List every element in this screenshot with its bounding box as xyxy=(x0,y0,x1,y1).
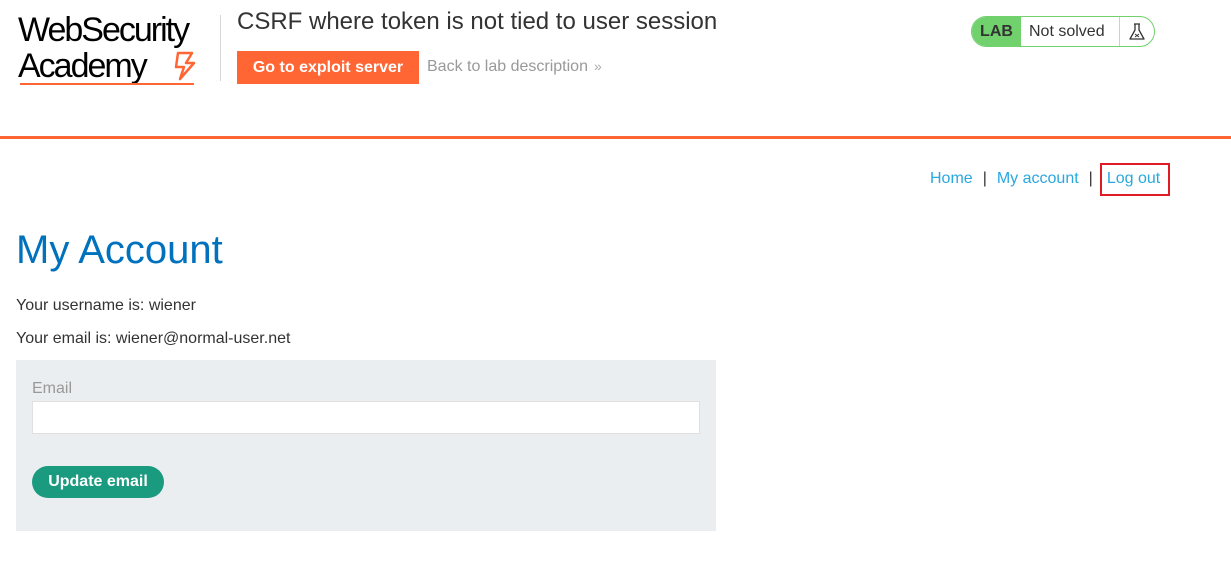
email-input[interactable] xyxy=(32,401,700,434)
nav-home-link[interactable]: Home xyxy=(930,170,973,187)
flask-icon-svg xyxy=(1129,22,1145,40)
email-info: Your email is: wiener@normal-user.net xyxy=(16,330,291,347)
logo-underline xyxy=(20,83,194,85)
nav-my-account-link[interactable]: My account xyxy=(997,170,1079,187)
page-title: My Account xyxy=(16,228,223,272)
logo-divider xyxy=(220,15,221,81)
email-label: Email xyxy=(32,380,73,397)
lab-header: WebSecurity Academy CSRF where token is … xyxy=(0,0,1231,136)
lab-status-text: Not solved xyxy=(1029,22,1105,40)
web-security-academy-logo[interactable]: WebSecurity Academy xyxy=(18,11,221,89)
double-chevron-right-icon: » xyxy=(593,58,602,74)
back-to-lab-description-link[interactable]: Back to lab description » xyxy=(427,58,602,76)
back-link-label: Back to lab description xyxy=(427,58,588,75)
top-navigation: Home | My account | Log out xyxy=(930,163,1171,196)
nav-separator: | xyxy=(1088,170,1093,187)
lightning-icon xyxy=(174,51,196,81)
username-info: Your username is: wiener xyxy=(16,297,196,314)
exploit-server-button[interactable]: Go to exploit server xyxy=(237,51,419,84)
logo-line-1: WebSecurity xyxy=(18,11,190,49)
nav-logout-link[interactable]: Log out xyxy=(1107,170,1160,187)
lab-title: CSRF where token is not tied to user ses… xyxy=(237,8,718,35)
logout-highlight: Log out xyxy=(1099,163,1171,196)
header-divider xyxy=(0,136,1231,139)
logo-line-2: Academy xyxy=(18,47,148,85)
update-email-button[interactable]: Update email xyxy=(32,466,164,498)
lab-badge: LAB xyxy=(972,17,1021,46)
change-email-form: Email Update email xyxy=(16,360,716,531)
nav-separator: | xyxy=(982,170,987,187)
flask-icon xyxy=(1119,17,1154,46)
lab-status-widget: LAB Not solved xyxy=(971,16,1155,47)
